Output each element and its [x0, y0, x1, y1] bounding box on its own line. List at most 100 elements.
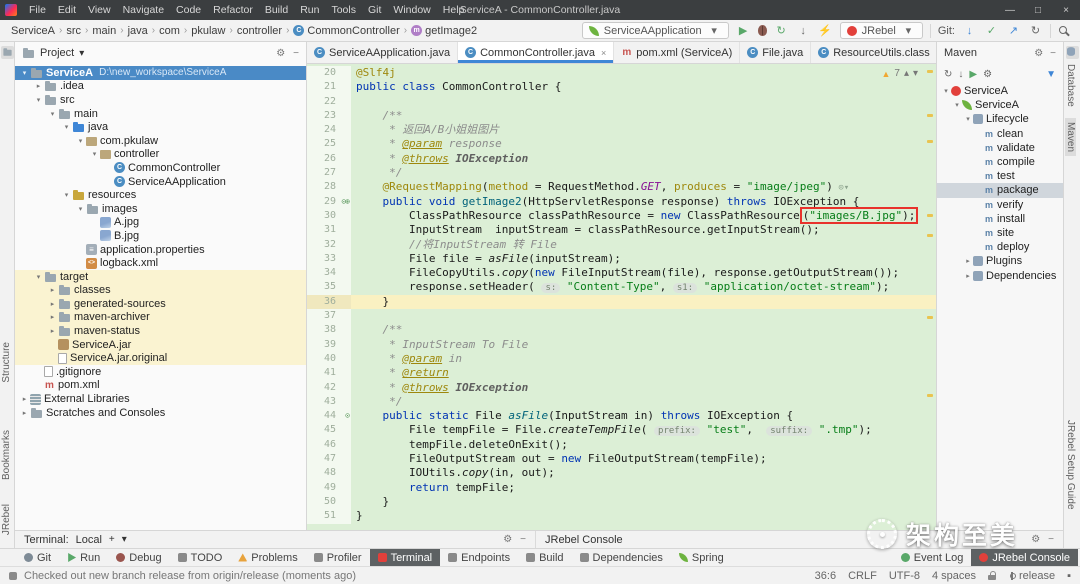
- project-item-main[interactable]: ▾main: [15, 107, 306, 121]
- chevron-down-icon[interactable]: ▾: [79, 48, 84, 59]
- menu-window[interactable]: Window: [387, 4, 436, 16]
- line-ending[interactable]: CRLF: [848, 570, 877, 582]
- line-number[interactable]: 51: [307, 509, 351, 523]
- gutter-icon[interactable]: ⊙: [345, 409, 349, 423]
- terminal-dropdown-icon[interactable]: ▾: [122, 534, 127, 545]
- statusbar-button-git[interactable]: Git: [16, 549, 59, 566]
- git-update-icon[interactable]: ↓: [962, 25, 977, 37]
- project-item-serviceaapplication[interactable]: CServiceAApplication: [15, 175, 306, 189]
- terminal-settings-icon[interactable]: ⚙: [503, 534, 512, 545]
- indent-style[interactable]: 4 spaces: [932, 570, 976, 582]
- line-number[interactable]: 47: [307, 452, 351, 466]
- notifications-icon[interactable]: ▪: [1067, 570, 1071, 582]
- tool-button-database[interactable]: Database: [1065, 64, 1076, 107]
- breadcrumb-java[interactable]: java: [127, 25, 149, 37]
- line-number[interactable]: 50: [307, 495, 351, 509]
- maven-item-compile[interactable]: mcompile: [937, 155, 1063, 169]
- project-item-servicea-jar-original[interactable]: ServiceA.jar.original: [15, 351, 306, 365]
- code-line-48[interactable]: 48 IOUtils.copy(in, out);: [307, 466, 936, 480]
- expand-arrow-icon[interactable]: ▾: [75, 137, 86, 145]
- next-warning-icon[interactable]: ▾: [913, 68, 918, 79]
- expand-arrow-icon[interactable]: ▾: [952, 101, 962, 109]
- warning-tick-icon[interactable]: [927, 140, 933, 143]
- menu-navigate[interactable]: Navigate: [117, 4, 170, 16]
- line-number[interactable]: 33: [307, 252, 351, 266]
- coverage-icon[interactable]: ↓: [796, 25, 811, 37]
- code-line-35[interactable]: 35 response.setHeader( s: "Content-Type"…: [307, 280, 936, 294]
- project-item-com-pkulaw[interactable]: ▾com.pkulaw: [15, 134, 306, 148]
- code-line-34[interactable]: 34 FileCopyUtils.copy(new FileInputStrea…: [307, 266, 936, 280]
- breadcrumb-servicea[interactable]: ServiceA: [10, 25, 56, 37]
- project-item-target[interactable]: ▾target: [15, 270, 306, 284]
- project-item-classes[interactable]: ▸classes: [15, 284, 306, 298]
- statusbar-button-spring[interactable]: Spring: [671, 549, 732, 566]
- project-item-pom-xml[interactable]: mpom.xml: [15, 379, 306, 393]
- code-line-51[interactable]: 51}: [307, 509, 936, 523]
- warning-tick-icon[interactable]: [927, 316, 933, 319]
- line-number[interactable]: 45: [307, 423, 351, 437]
- maven-item-lifecycle[interactable]: ▾Lifecycle: [937, 112, 1063, 126]
- expand-arrow-icon[interactable]: ▸: [47, 286, 58, 294]
- expand-arrow-icon[interactable]: ▾: [75, 205, 86, 213]
- statusbar-button-profiler[interactable]: Profiler: [306, 549, 370, 566]
- code-line-46[interactable]: 46 tempFile.deleteOnExit();: [307, 438, 936, 452]
- line-number[interactable]: 46: [307, 438, 351, 452]
- project-settings-icon[interactable]: ⚙: [276, 48, 285, 59]
- database-tool-button[interactable]: [1066, 46, 1079, 59]
- statusbar-button-jrebel-console[interactable]: JRebel Console: [971, 549, 1078, 566]
- menu-code[interactable]: Code: [170, 4, 207, 16]
- git-commit-icon[interactable]: ✓: [984, 24, 999, 37]
- line-number[interactable]: 22: [307, 95, 351, 109]
- jrebel-run-icon[interactable]: ⚡: [818, 24, 833, 37]
- editor-tab-pom-xml-servicea[interactable]: mpom.xml (ServiceA): [614, 42, 740, 63]
- statusbar-button-endpoints[interactable]: Endpoints: [440, 549, 518, 566]
- expand-arrow-icon[interactable]: ▸: [47, 327, 58, 335]
- code-line-44[interactable]: 44⊙ public static File asFile(InputStrea…: [307, 409, 936, 423]
- expand-arrow-icon[interactable]: ▸: [33, 82, 44, 90]
- maximize-window-icon[interactable]: □: [1024, 5, 1052, 16]
- warning-tick-icon[interactable]: [927, 114, 933, 117]
- maven-item-install[interactable]: minstall: [937, 212, 1063, 226]
- run-button[interactable]: ▶: [736, 24, 751, 37]
- project-item-logback-xml[interactable]: <>logback.xml: [15, 256, 306, 270]
- git-push-icon[interactable]: ↗: [1006, 24, 1021, 37]
- tool-button-bookmarks[interactable]: Bookmarks: [1, 430, 12, 480]
- code-line-41[interactable]: 41 * @return: [307, 366, 936, 380]
- expand-arrow-icon[interactable]: ▸: [19, 409, 30, 417]
- debug-button[interactable]: [758, 25, 767, 36]
- file-encoding[interactable]: UTF-8: [889, 570, 920, 582]
- minimize-window-icon[interactable]: —: [996, 5, 1024, 16]
- line-number[interactable]: 44⊙: [307, 409, 351, 423]
- git-branch-widget[interactable]: release: [1008, 570, 1055, 582]
- line-number[interactable]: 36: [307, 295, 351, 309]
- expand-arrow-icon[interactable]: ▾: [61, 191, 72, 199]
- editor-tab-commoncontroller-java[interactable]: CCommonController.java×: [458, 42, 614, 63]
- expand-arrow-icon[interactable]: ▸: [963, 257, 973, 265]
- new-terminal-icon[interactable]: +: [109, 534, 115, 545]
- terminal-tab-local[interactable]: Local: [76, 534, 102, 546]
- line-number[interactable]: 42: [307, 381, 351, 395]
- maven-refresh-icon[interactable]: ↻: [944, 69, 952, 80]
- project-item-servicea-jar[interactable]: ServiceA.jar: [15, 338, 306, 352]
- code-line-47[interactable]: 47 FileOutputStream out = new FileOutput…: [307, 452, 936, 466]
- project-item-generated-sources[interactable]: ▸generated-sources: [15, 297, 306, 311]
- tool-button-maven[interactable]: Maven: [1065, 118, 1076, 156]
- maven-item-deploy[interactable]: mdeploy: [937, 240, 1063, 254]
- code-line-30[interactable]: 30 ClassPathResource classPathResource =…: [307, 209, 936, 223]
- project-item-images[interactable]: ▾images: [15, 202, 306, 216]
- line-number[interactable]: 37: [307, 309, 351, 323]
- expand-arrow-icon[interactable]: ▾: [89, 150, 100, 158]
- project-item-controller[interactable]: ▾controller: [15, 148, 306, 162]
- maven-filter-icon[interactable]: ▼: [1046, 69, 1056, 80]
- prev-warning-icon[interactable]: ▴: [904, 68, 909, 79]
- project-item-java[interactable]: ▾java: [15, 120, 306, 134]
- line-number[interactable]: 41: [307, 366, 351, 380]
- code-editor[interactable]: 20@Slf4j21public class CommonController …: [307, 64, 936, 530]
- code-line-24[interactable]: 24 * 返回A/B小姐姐图片: [307, 123, 936, 137]
- breadcrumb-getimage2[interactable]: mgetImage2: [410, 25, 478, 37]
- line-number[interactable]: 29⊙⊕: [307, 195, 351, 209]
- code-line-42[interactable]: 42 * @throws IOException: [307, 381, 936, 395]
- code-line-21[interactable]: 21public class CommonController {: [307, 80, 936, 94]
- code-line-27[interactable]: 27 */: [307, 166, 936, 180]
- maven-item-validate[interactable]: mvalidate: [937, 141, 1063, 155]
